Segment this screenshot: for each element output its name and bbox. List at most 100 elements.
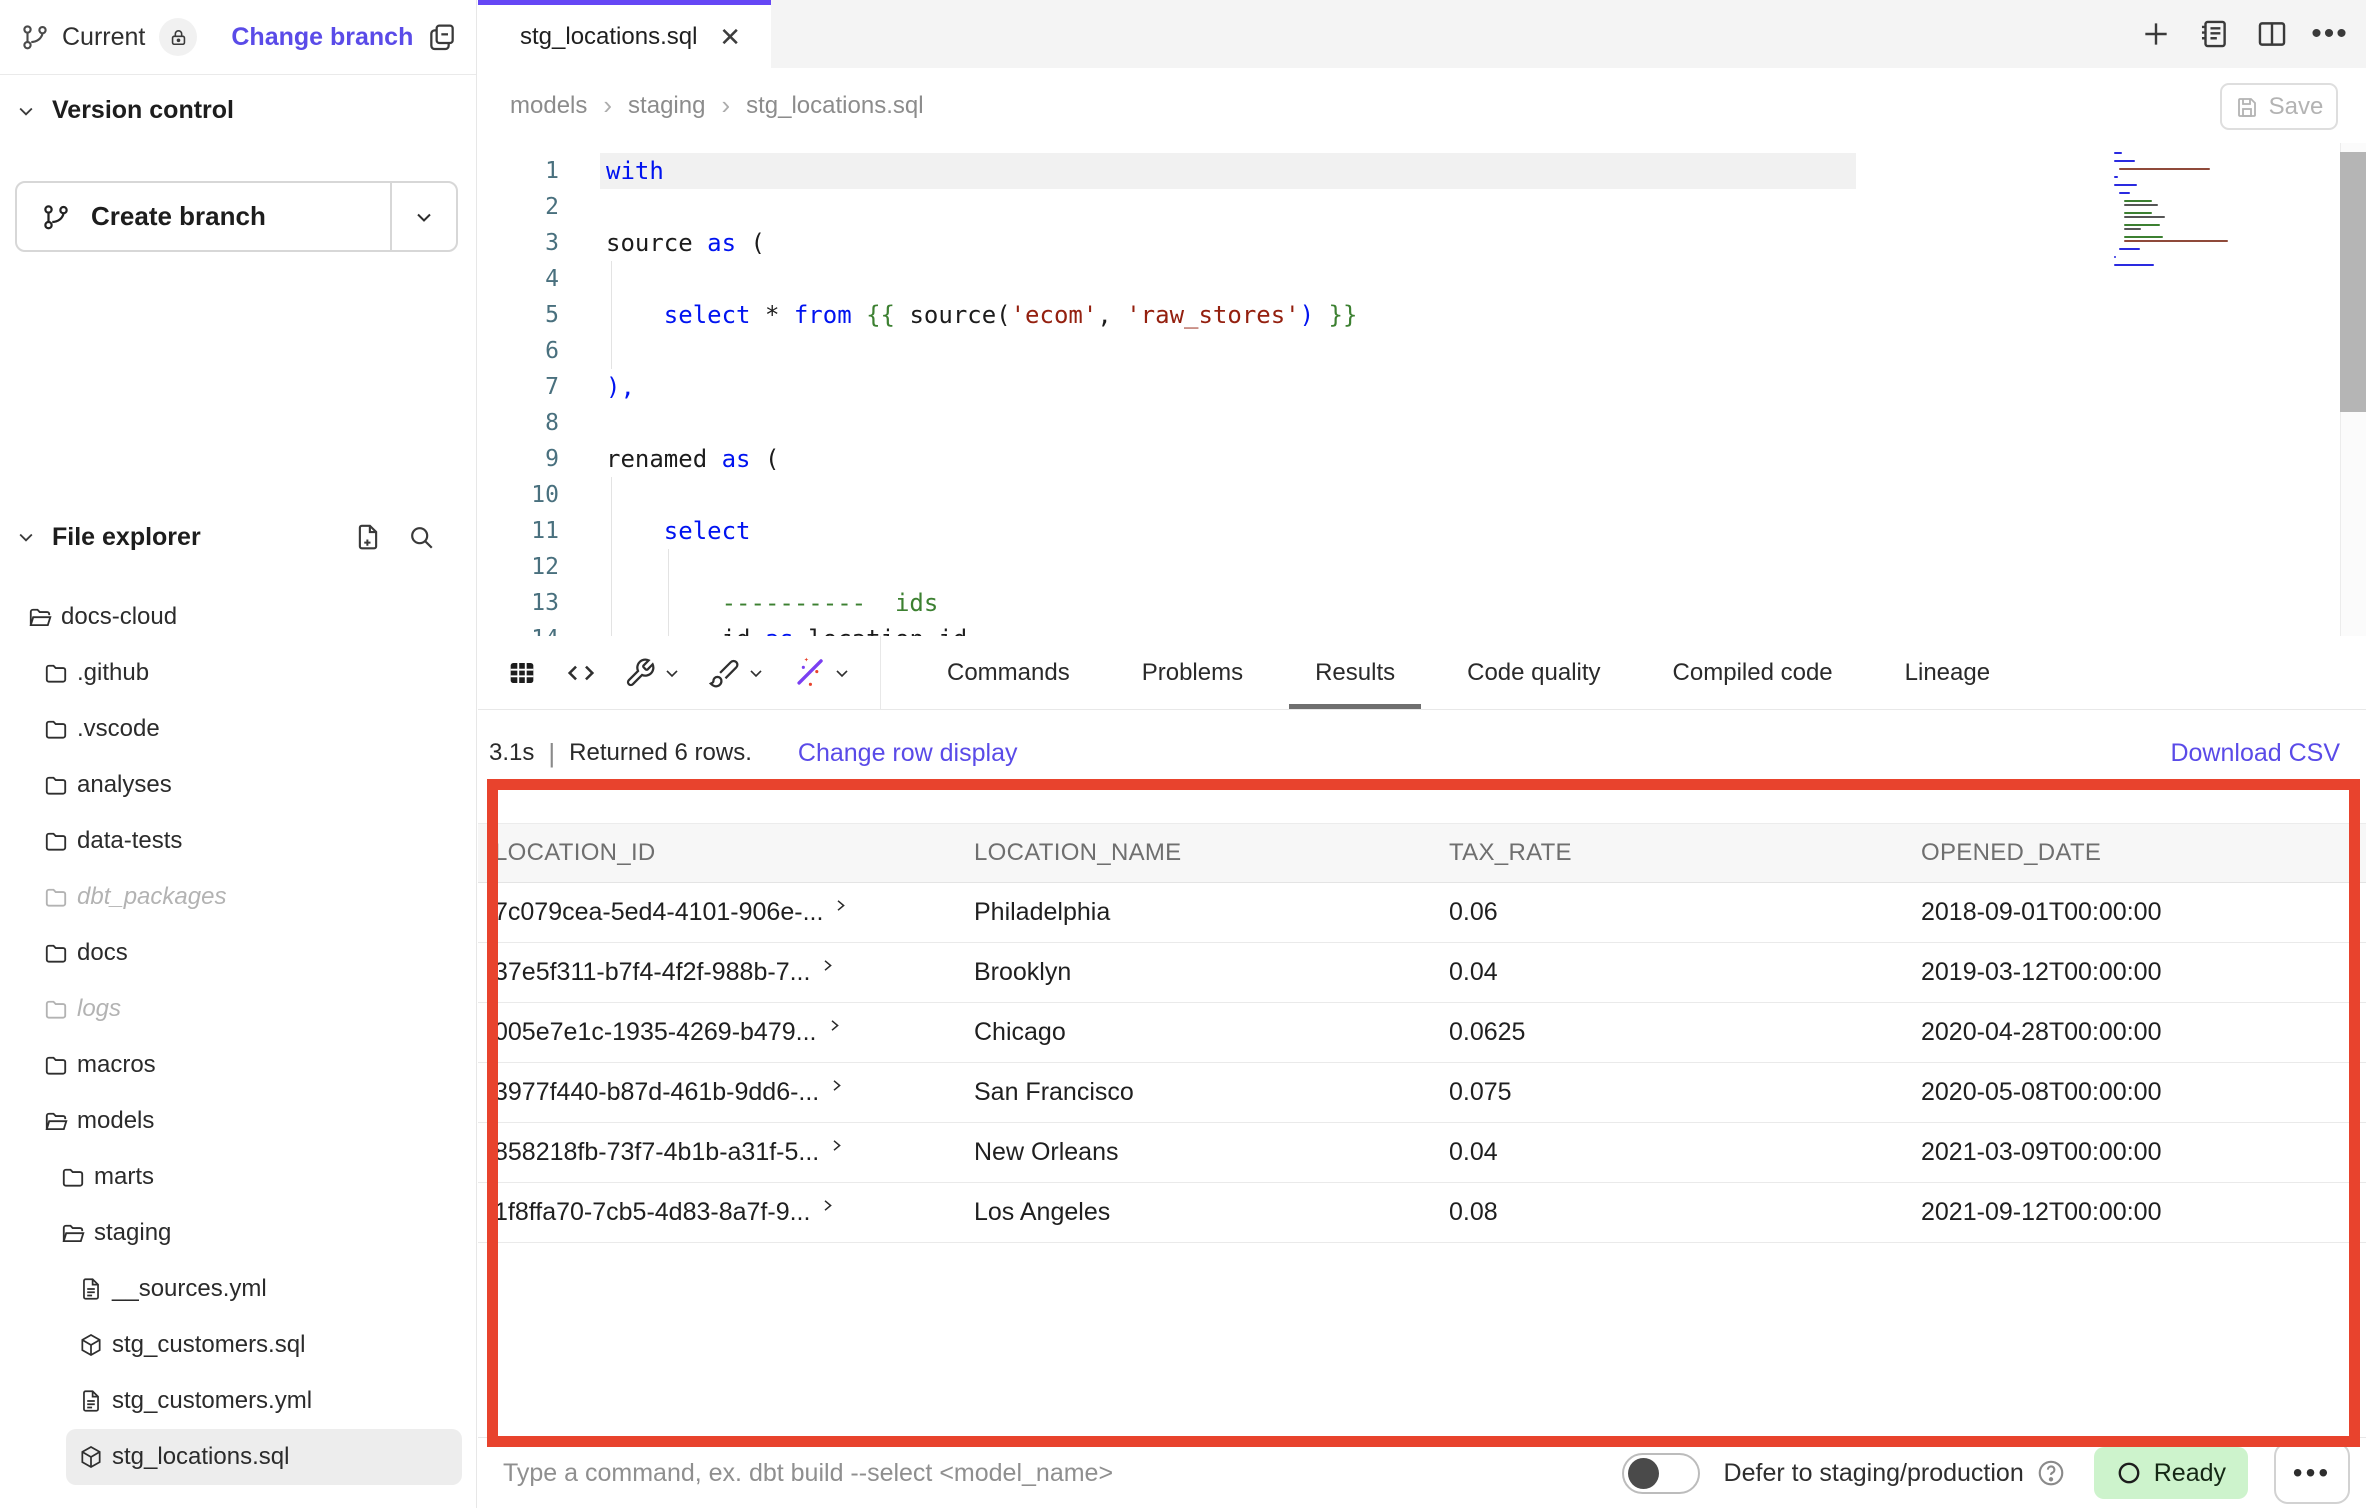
file-explorer-section-header[interactable]: File explorer [16,512,436,562]
file-tree-item-analyses[interactable]: analyses [31,757,462,813]
folder-icon [43,884,69,910]
code-line-7[interactable]: 7), [478,369,2366,405]
table-view-icon[interactable] [506,657,538,689]
code-line-2[interactable]: 2 [478,189,2366,225]
file-tree-item-docs-cloud[interactable]: docs-cloud [15,589,462,645]
expand-cell-chevron-icon[interactable] [829,1138,844,1153]
breadcrumb-file[interactable]: stg_locations.sql [746,92,923,120]
editor-column: stg_locations.sql ✕ ••• models › staging… [478,0,2366,1508]
results-tab-results[interactable]: Results [1315,636,1395,709]
file-tree-item-models[interactable]: models [31,1093,462,1149]
results-tab-compiled-code[interactable]: Compiled code [1673,636,1833,709]
file-tree-item-data-tests[interactable]: data-tests [31,813,462,869]
code-line-6[interactable]: 6 [478,333,2366,369]
change-row-display-link[interactable]: Change row display [798,739,1018,768]
line-number: 7 [478,369,559,405]
table-row[interactable]: 7c079cea-5ed4-4101-906e-...Philadelphia0… [478,883,2366,943]
version-control-section-header[interactable]: Version control [16,96,234,125]
copy-icon[interactable] [426,21,458,53]
create-branch-label: Create branch [91,201,266,232]
expand-cell-chevron-icon[interactable] [833,898,848,913]
file-tree-item-marts[interactable]: marts [48,1149,462,1205]
code-line-13[interactable]: 13 ---------- ids [478,585,2366,621]
expand-cell-chevron-icon[interactable] [820,958,835,973]
file-explorer-title: File explorer [52,523,201,552]
table-cell: 2021-03-09T00:00:00 [1921,1138,2366,1167]
tab-stg-locations[interactable]: stg_locations.sql ✕ [478,0,771,68]
code-view-icon[interactable] [564,656,598,690]
file-tree-item--github[interactable]: .github [31,645,462,701]
file-tree-item-docs[interactable]: docs [31,925,462,981]
code-line-10[interactable]: 10 [478,477,2366,513]
code-line-12[interactable]: 12 [478,549,2366,585]
expand-cell-chevron-icon[interactable] [829,1078,844,1093]
line-number: 2 [478,189,559,225]
cube-icon [78,1444,104,1470]
file-tree-item-label: models [77,1107,154,1135]
results-tab-lineage[interactable]: Lineage [1905,636,1990,709]
chevron-down-icon [16,527,36,547]
create-branch-button[interactable]: Create branch [15,181,458,252]
table-row[interactable]: 858218fb-73f7-4b1b-a31f-5...New Orleans0… [478,1123,2366,1183]
code-line-11[interactable]: 11 select [478,513,2366,549]
folder-icon [43,660,69,686]
breadcrumb-models[interactable]: models [510,92,587,120]
file-icon [78,1276,104,1302]
results-table-header: LOCATION_IDLOCATION_NAMETAX_RATEOPENED_D… [478,823,2366,883]
breadcrumb-staging[interactable]: staging [628,92,705,120]
results-tab-commands[interactable]: Commands [947,636,1070,709]
table-cell: 0.075 [1449,1078,1921,1107]
file-tree-item-stg-customers-sql[interactable]: stg_customers.sql [66,1317,462,1373]
column-header-tax_rate: TAX_RATE [1449,839,1921,867]
table-row[interactable]: 005e7e1c-1935-4269-b479...Chicago0.06252… [478,1003,2366,1063]
table-cell: 0.04 [1449,958,1921,987]
help-circle-icon[interactable] [2036,1458,2066,1488]
new-file-icon[interactable] [353,522,383,552]
download-csv-link[interactable]: Download CSV [2170,739,2340,768]
copilot-wand-icon[interactable] [792,656,852,690]
folder-open-icon [27,604,53,630]
defer-toggle[interactable] [1622,1453,1700,1494]
code-line-3[interactable]: 3source as ( [478,225,2366,261]
command-input[interactable] [503,1459,1622,1488]
search-icon[interactable] [407,523,436,552]
split-editor-icon[interactable] [2254,16,2290,52]
table-row[interactable]: 37e5f311-b7f4-4f2f-988b-7...Brooklyn0.04… [478,943,2366,1003]
command-more-button[interactable]: ••• [2274,1442,2350,1504]
results-tab-problems[interactable]: Problems [1142,636,1243,709]
save-button[interactable]: Save [2220,83,2338,130]
file-tree-item-macros[interactable]: macros [31,1037,462,1093]
table-row[interactable]: 3977f440-b87d-461b-9dd6-...San Francisco… [478,1063,2366,1123]
more-options-icon[interactable]: ••• [2312,16,2348,52]
close-icon[interactable]: ✕ [719,24,741,50]
notebook-icon[interactable] [2196,16,2232,52]
file-tree-item--sources-yml[interactable]: __sources.yml [66,1261,462,1317]
expand-cell-chevron-icon[interactable] [820,1198,835,1213]
line-number: 8 [478,405,559,441]
change-branch-link[interactable]: Change branch [231,23,413,52]
scrollbar-thumb[interactable] [2340,152,2366,412]
format-brush-icon[interactable] [708,657,766,689]
code-line-9[interactable]: 9renamed as ( [478,441,2366,477]
code-line-8[interactable]: 8 [478,405,2366,441]
results-toolbar: Commands Problems Results Code quality Compi… [478,636,2366,710]
file-tree-item--vscode[interactable]: .vscode [31,701,462,757]
file-tree-item-logs[interactable]: logs [31,981,462,1037]
table-row[interactable]: 1f8ffa70-7cb5-4d83-8a7f-9...Los Angeles0… [478,1183,2366,1243]
code-line-4[interactable]: 4 [478,261,2366,297]
results-tab-code-quality[interactable]: Code quality [1467,636,1600,709]
line-number: 5 [478,297,559,333]
create-branch-dropdown[interactable] [390,183,456,250]
file-tree-item-stg-customers-yml[interactable]: stg_customers.yml [66,1373,462,1429]
expand-cell-chevron-icon[interactable] [827,1018,842,1033]
code-line-5[interactable]: 5 select * from {{ source('ecom', 'raw_s… [478,297,2366,333]
file-tree-item-staging[interactable]: staging [48,1205,462,1261]
code-line-1[interactable]: 1with [478,153,2366,189]
file-tree-item-label: stg_customers.yml [112,1387,312,1415]
table-cell: San Francisco [974,1078,1449,1107]
breadcrumb: models › staging › stg_locations.sql [510,68,924,143]
wrench-icon[interactable] [624,657,682,689]
file-tree-item-stg-locations-sql[interactable]: stg_locations.sql [66,1429,462,1485]
file-tree-item-dbt-packages[interactable]: dbt_packages [31,869,462,925]
new-tab-plus-icon[interactable] [2138,16,2174,52]
